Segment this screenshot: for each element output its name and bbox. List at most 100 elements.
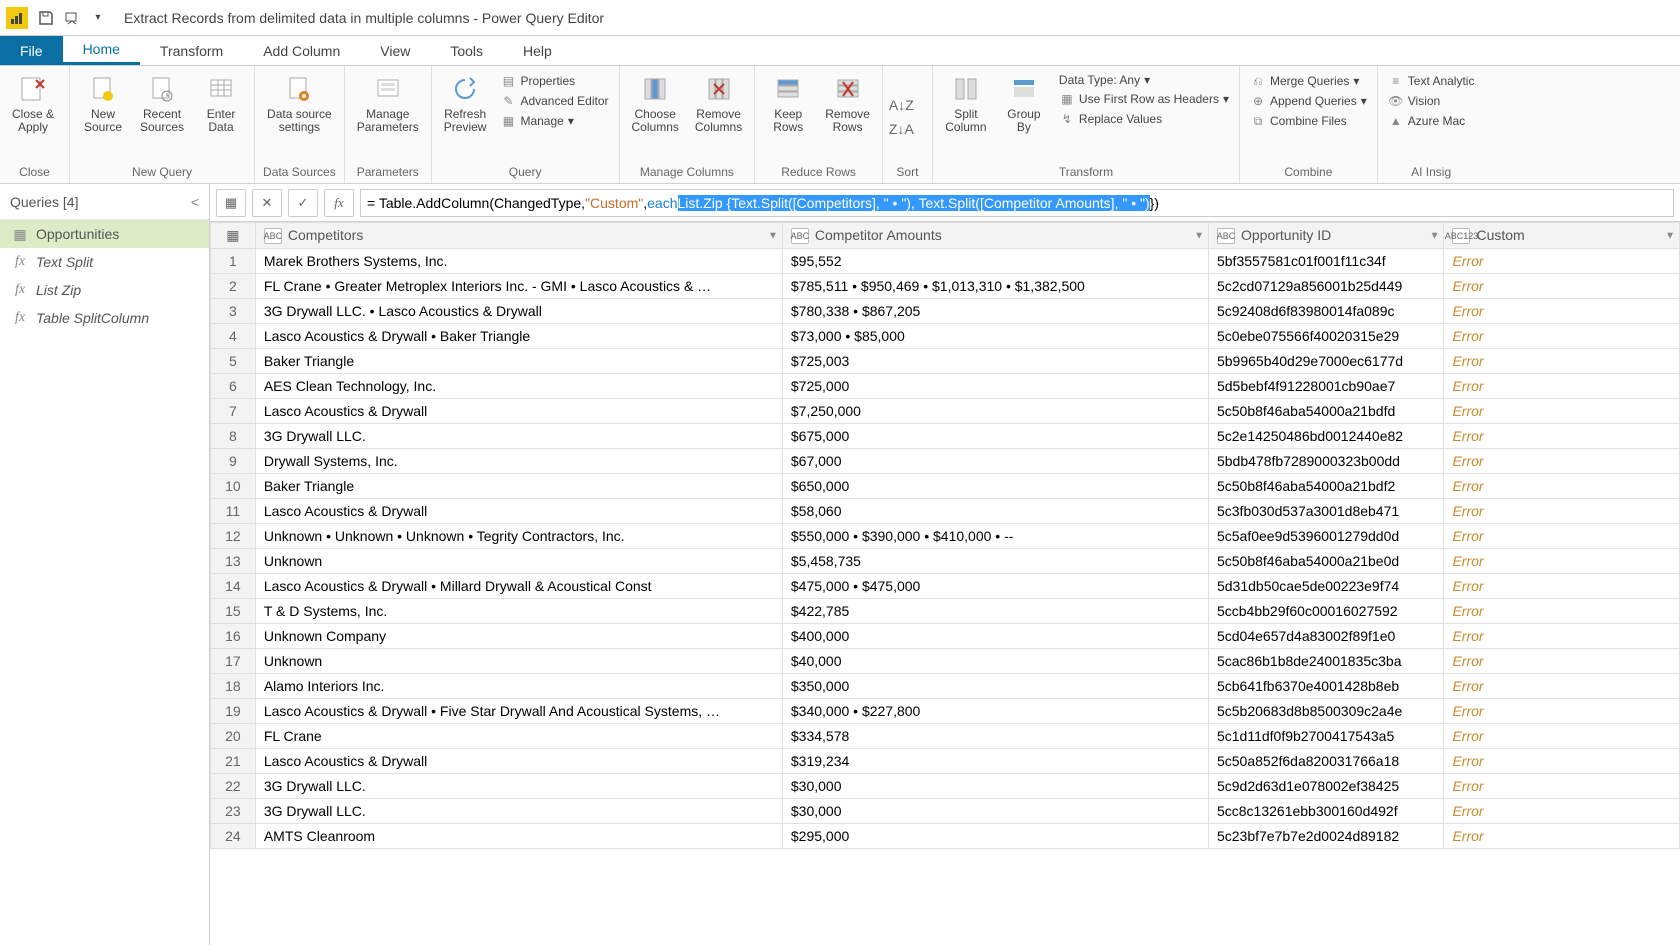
cell-amounts[interactable]: $295,000: [782, 824, 1208, 849]
new-source-button[interactable]: New Source: [76, 70, 130, 136]
table-row[interactable]: 15 T & D Systems, Inc. $422,785 5ccb4bb2…: [211, 599, 1680, 624]
row-number[interactable]: 24: [211, 824, 256, 849]
menu-add-column[interactable]: Add Column: [243, 36, 360, 65]
cell-custom[interactable]: Error: [1444, 599, 1680, 624]
table-row[interactable]: 7 Lasco Acoustics & Drywall $7,250,000 5…: [211, 399, 1680, 424]
queries-header[interactable]: Queries [4] <: [0, 184, 209, 220]
row-number[interactable]: 5: [211, 349, 256, 374]
row-number[interactable]: 8: [211, 424, 256, 449]
cell-custom[interactable]: Error: [1444, 424, 1680, 449]
table-row[interactable]: 24 AMTS Cleanroom $295,000 5c23bf7e7b7e2…: [211, 824, 1680, 849]
manage-button[interactable]: ▦Manage ▾: [500, 112, 608, 130]
table-row[interactable]: 11 Lasco Acoustics & Drywall $58,060 5c3…: [211, 499, 1680, 524]
cell-amounts[interactable]: $40,000: [782, 649, 1208, 674]
cell-amounts[interactable]: $780,338 • $867,205: [782, 299, 1208, 324]
table-row[interactable]: 19 Lasco Acoustics & Drywall • Five Star…: [211, 699, 1680, 724]
table-row[interactable]: 4 Lasco Acoustics & Drywall • Baker Tria…: [211, 324, 1680, 349]
cell-amounts[interactable]: $334,578: [782, 724, 1208, 749]
row-number[interactable]: 2: [211, 274, 256, 299]
cell-amounts[interactable]: $95,552: [782, 249, 1208, 274]
cell-amounts[interactable]: $7,250,000: [782, 399, 1208, 424]
row-number[interactable]: 13: [211, 549, 256, 574]
chevron-down-icon[interactable]: ▼: [1665, 230, 1675, 241]
row-number[interactable]: 11: [211, 499, 256, 524]
table-options-button[interactable]: ▦: [216, 189, 246, 217]
data-grid[interactable]: ▦ ABCCompetitors▼ ABCCompetitor Amounts▼…: [210, 222, 1680, 945]
cell-custom[interactable]: Error: [1444, 274, 1680, 299]
cell-custom[interactable]: Error: [1444, 724, 1680, 749]
cell-competitors[interactable]: Unknown: [255, 649, 782, 674]
text-analytics-button[interactable]: ≡Text Analytic: [1388, 72, 1475, 90]
row-number[interactable]: 1: [211, 249, 256, 274]
collapse-icon[interactable]: <: [191, 194, 199, 210]
cell-competitors[interactable]: 3G Drywall LLC.: [255, 774, 782, 799]
cell-competitors[interactable]: Marek Brothers Systems, Inc.: [255, 249, 782, 274]
cell-competitors[interactable]: T & D Systems, Inc.: [255, 599, 782, 624]
cell-id[interactable]: 5c5b20683d8b8500309c2a4e: [1208, 699, 1443, 724]
row-number[interactable]: 17: [211, 649, 256, 674]
row-number[interactable]: 16: [211, 624, 256, 649]
menu-transform[interactable]: Transform: [140, 36, 243, 65]
cell-competitors[interactable]: Unknown • Unknown • Unknown • Tegrity Co…: [255, 524, 782, 549]
cell-id[interactable]: 5cc8c13261ebb300160d492f: [1208, 799, 1443, 824]
cell-custom[interactable]: Error: [1444, 474, 1680, 499]
row-number[interactable]: 18: [211, 674, 256, 699]
cell-custom[interactable]: Error: [1444, 399, 1680, 424]
cell-amounts[interactable]: $340,000 • $227,800: [782, 699, 1208, 724]
cell-custom[interactable]: Error: [1444, 449, 1680, 474]
split-column-button[interactable]: Split Column: [939, 70, 993, 136]
query-item[interactable]: fxText Split: [0, 248, 209, 276]
corner-cell[interactable]: ▦: [211, 223, 256, 249]
row-number[interactable]: 23: [211, 799, 256, 824]
column-header-custom[interactable]: ABC123Custom▼: [1444, 223, 1680, 249]
commit-formula-button[interactable]: ✓: [288, 189, 318, 217]
cell-custom[interactable]: Error: [1444, 649, 1680, 674]
properties-button[interactable]: ▤Properties: [500, 72, 608, 90]
cell-competitors[interactable]: Unknown: [255, 549, 782, 574]
first-row-headers-button[interactable]: ▦Use First Row as Headers ▾: [1059, 90, 1229, 108]
query-item[interactable]: fxTable SplitColumn: [0, 304, 209, 332]
cell-custom[interactable]: Error: [1444, 349, 1680, 374]
cell-id[interactable]: 5bf3557581c01f001f11c34f: [1208, 249, 1443, 274]
table-row[interactable]: 16 Unknown Company $400,000 5cd04e657d4a…: [211, 624, 1680, 649]
sort-asc-button[interactable]: A↓Z: [889, 97, 914, 113]
row-number[interactable]: 7: [211, 399, 256, 424]
row-number[interactable]: 22: [211, 774, 256, 799]
column-header-competitor-amounts[interactable]: ABCCompetitor Amounts▼: [782, 223, 1208, 249]
cell-custom[interactable]: Error: [1444, 699, 1680, 724]
close-apply-button[interactable]: Close & Apply: [6, 70, 60, 136]
menu-home[interactable]: Home: [63, 36, 140, 65]
column-header-opportunity-id[interactable]: ABCOpportunity ID▼: [1208, 223, 1443, 249]
cell-amounts[interactable]: $67,000: [782, 449, 1208, 474]
query-item[interactable]: ▦Opportunities: [0, 220, 209, 248]
cell-id[interactable]: 5c50b8f46aba54000a21be0d: [1208, 549, 1443, 574]
replace-values-button[interactable]: ↯Replace Values: [1059, 110, 1229, 128]
cell-competitors[interactable]: 3G Drywall LLC.: [255, 424, 782, 449]
cell-competitors[interactable]: Lasco Acoustics & Drywall: [255, 499, 782, 524]
cell-amounts[interactable]: $725,003: [782, 349, 1208, 374]
table-row[interactable]: 1 Marek Brothers Systems, Inc. $95,552 5…: [211, 249, 1680, 274]
menu-tools[interactable]: Tools: [430, 36, 503, 65]
column-header-competitors[interactable]: ABCCompetitors▼: [255, 223, 782, 249]
choose-columns-button[interactable]: Choose Columns: [626, 70, 685, 136]
cell-id[interactable]: 5d5bebf4f91228001cb90ae7: [1208, 374, 1443, 399]
cell-id[interactable]: 5c92408d6f83980014fa089c: [1208, 299, 1443, 324]
row-number[interactable]: 10: [211, 474, 256, 499]
cell-amounts[interactable]: $30,000: [782, 774, 1208, 799]
cell-competitors[interactable]: Lasco Acoustics & Drywall: [255, 399, 782, 424]
query-item[interactable]: fxList Zip: [0, 276, 209, 304]
cell-competitors[interactable]: FL Crane: [255, 724, 782, 749]
cell-competitors[interactable]: AES Clean Technology, Inc.: [255, 374, 782, 399]
fx-button[interactable]: fx: [324, 189, 354, 217]
cell-competitors[interactable]: Lasco Acoustics & Drywall: [255, 749, 782, 774]
row-number[interactable]: 15: [211, 599, 256, 624]
group-by-button[interactable]: Group By: [997, 70, 1051, 136]
cell-custom[interactable]: Error: [1444, 674, 1680, 699]
row-number[interactable]: 12: [211, 524, 256, 549]
cell-id[interactable]: 5bdb478fb7289000323b00dd: [1208, 449, 1443, 474]
save-icon[interactable]: [34, 6, 58, 30]
table-row[interactable]: 9 Drywall Systems, Inc. $67,000 5bdb478f…: [211, 449, 1680, 474]
cell-amounts[interactable]: $58,060: [782, 499, 1208, 524]
qat-more-icon[interactable]: ▾: [86, 6, 110, 30]
sort-desc-button[interactable]: Z↓A: [889, 121, 914, 137]
